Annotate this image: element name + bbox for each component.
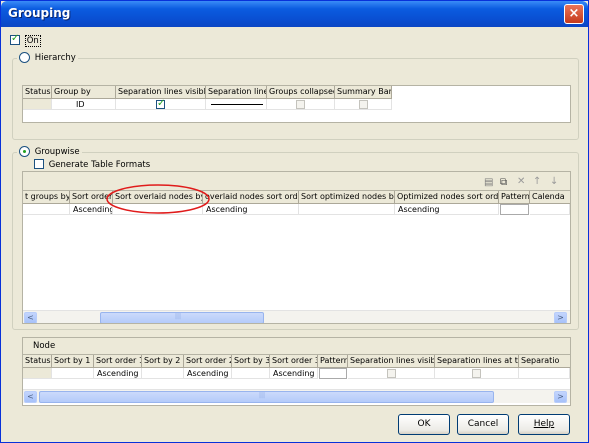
summary-bar-checkbox[interactable]	[358, 100, 368, 109]
node-table[interactable]: Status Sort by 1 Sort order 1 Sort by 2 …	[23, 354, 570, 405]
node-hscrollbar[interactable]: < ||| >	[23, 389, 570, 403]
generate-formats-label: Generate Table Formats	[48, 159, 151, 170]
scroll-thumb[interactable]: |||	[100, 312, 264, 323]
hierarchy-cell-sep-visible[interactable]	[116, 99, 206, 110]
node-cell-sep-visible[interactable]	[348, 368, 435, 379]
groupwise-radio-row[interactable]: Groupwise	[17, 146, 82, 157]
hierarchy-col-status[interactable]: Status	[23, 86, 52, 99]
groupwise-col-optimized-order[interactable]: Optimized nodes sort order	[395, 191, 499, 204]
move-down-icon[interactable]: ↓	[550, 176, 558, 187]
title-bar[interactable]: Grouping ×	[1, 1, 588, 27]
generate-formats-row[interactable]: Generate Table Formats	[34, 159, 150, 170]
scroll-left-button[interactable]: <	[24, 312, 37, 323]
groupwise-col-overlaid-order[interactable]: overlaid nodes sort order	[203, 191, 299, 204]
node-group: Node Status Sort by 1 Sort order 1 Sort …	[22, 337, 571, 406]
node-col-sep-at-top[interactable]: Separation lines at top	[435, 355, 519, 368]
on-checkbox-row[interactable]: On	[10, 33, 41, 47]
node-cell-sort-order-2[interactable]: Ascending	[184, 368, 232, 379]
node-cell-separation[interactable]	[519, 368, 570, 379]
hierarchy-col-sep-visible[interactable]: Separation lines visible	[116, 86, 206, 99]
hierarchy-radio[interactable]	[19, 52, 30, 63]
hierarchy-cell-group-by[interactable]: ID	[52, 99, 116, 110]
node-cell-sort-by-2[interactable]	[142, 368, 184, 379]
groupwise-cell-overlaid-order[interactable]: Ascending	[203, 204, 299, 215]
hierarchy-label: Hierarchy	[34, 53, 76, 63]
hierarchy-cell-collapsed[interactable]	[267, 99, 335, 110]
ok-button[interactable]: OK	[398, 414, 450, 435]
groupwise-cell-optimized-order[interactable]: Ascending	[395, 204, 499, 215]
node-col-sort-order-3[interactable]: Sort order 3	[270, 355, 318, 368]
groupwise-radio[interactable]	[19, 146, 30, 157]
groupwise-hscrollbar[interactable]: < ||| >	[23, 310, 570, 323]
groupwise-col-calendar[interactable]: Calenda	[530, 191, 570, 204]
cancel-button[interactable]: Cancel	[457, 414, 509, 435]
node-cell-sort-order-1[interactable]: Ascending	[94, 368, 142, 379]
hierarchy-col-sep-line[interactable]: Separation line	[206, 86, 267, 99]
move-up-icon[interactable]: ↑	[533, 176, 541, 187]
node-scroll-right-button[interactable]: >	[554, 391, 567, 403]
hierarchy-cell-sep-line[interactable]	[206, 99, 267, 110]
scroll-right-button[interactable]: >	[554, 312, 567, 323]
groupwise-col-pattern[interactable]: Pattern	[499, 191, 530, 204]
node-col-sort-by-3[interactable]: Sort by 3	[232, 355, 270, 368]
node-scroll-thumb[interactable]: |||	[39, 391, 494, 403]
hierarchy-radio-row[interactable]: Hierarchy	[17, 52, 78, 63]
hierarchy-cell-summary[interactable]	[335, 99, 392, 110]
groups-collapsed-checkbox[interactable]	[296, 100, 305, 109]
hierarchy-col-collapsed[interactable]: Groups collapsed	[267, 86, 335, 99]
highlight-ellipse	[106, 184, 210, 214]
node-cell-sort-by-1[interactable]	[52, 368, 94, 379]
hierarchy-col-summary[interactable]: Summary Bar	[335, 86, 392, 99]
copy-icon[interactable]: ⧉	[500, 177, 507, 188]
on-checkbox-label: On	[24, 34, 41, 47]
dialog-title: Grouping	[8, 6, 71, 20]
node-col-sort-order-2[interactable]: Sort order 2	[184, 355, 232, 368]
hierarchy-table[interactable]: Status Group by Separation lines visible…	[22, 85, 571, 123]
groupwise-cell-groups-by[interactable]	[23, 204, 70, 215]
thumb-grip: |||	[175, 313, 182, 320]
groupwise-col-groups-by[interactable]: t groups by	[23, 191, 70, 204]
separation-visible-checkbox[interactable]	[156, 99, 165, 109]
generate-formats-checkbox[interactable]	[34, 159, 44, 169]
node-col-sort-by-1[interactable]: Sort by 1	[52, 355, 94, 368]
separation-line-sample	[211, 104, 263, 105]
help-button[interactable]: Help	[518, 414, 570, 435]
node-cell-sort-order-3[interactable]: Ascending	[270, 368, 318, 379]
node-cell-pattern[interactable]	[319, 368, 347, 379]
groupwise-cell-sort-optimized[interactable]	[299, 204, 395, 215]
node-label: Node	[33, 341, 56, 351]
groupwise-cell-pattern[interactable]	[500, 204, 529, 215]
node-cell-sort-by-3[interactable]	[232, 368, 270, 379]
grouping-dialog: Grouping × On Hierarchy Status Group by …	[0, 0, 589, 443]
node-sep-visible-checkbox[interactable]	[386, 369, 396, 378]
delete-icon[interactable]: ✕	[517, 176, 525, 187]
groupwise-col-sort-optimized[interactable]: Sort optimized nodes by	[299, 191, 395, 204]
on-checkbox[interactable]	[10, 33, 20, 45]
hierarchy-col-group-by[interactable]: Group by	[52, 86, 116, 99]
node-cell-status	[23, 368, 52, 379]
groupwise-label: Groupwise	[34, 147, 80, 157]
groupwise-cell-calendar[interactable]	[530, 204, 570, 215]
node-scroll-left-button[interactable]: <	[24, 391, 37, 403]
node-col-separation[interactable]: Separatio	[519, 355, 570, 368]
new-row-icon[interactable]: ▤	[484, 177, 493, 188]
node-col-sep-visible[interactable]: Separation lines visible	[348, 355, 435, 368]
close-button[interactable]: ×	[564, 4, 584, 24]
node-thumb-grip: |||	[259, 392, 266, 399]
node-col-pattern[interactable]: Pattern	[318, 355, 348, 368]
node-col-sort-order-1[interactable]: Sort order 1	[94, 355, 142, 368]
node-sep-at-top-checkbox[interactable]	[472, 369, 481, 378]
node-col-status[interactable]: Status	[23, 355, 52, 368]
node-cell-sep-at-top[interactable]	[435, 368, 519, 379]
node-col-sort-by-2[interactable]: Sort by 2	[142, 355, 184, 368]
hierarchy-cell-status	[23, 99, 52, 110]
